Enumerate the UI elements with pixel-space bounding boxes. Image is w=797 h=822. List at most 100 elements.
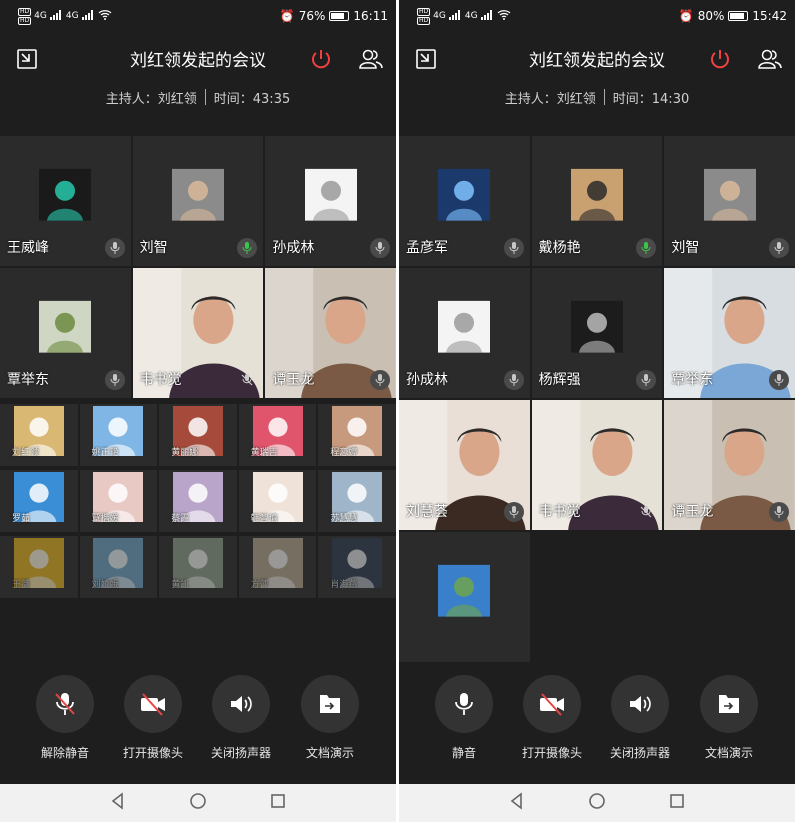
divider: [603, 89, 605, 105]
mic-icon: [104, 370, 125, 390]
meeting-title: 刘红领发起的会议: [529, 50, 665, 71]
recents-icon[interactable]: [269, 792, 287, 814]
participant-tile-small[interactable]: 姚正艳: [79, 404, 158, 466]
participant-tile[interactable]: 覃举东: [664, 268, 795, 398]
network-label-2: 4G: [65, 11, 79, 21]
speaker-toggle-button[interactable]: 关闭扬声器: [201, 675, 281, 761]
participant-tile-small[interactable]: 刘娇娥: [79, 536, 158, 598]
participant-tile[interactable]: 孟彦军: [399, 136, 530, 266]
participant-name: 刘智: [139, 240, 168, 256]
network-label: 4G: [34, 11, 47, 21]
participant-avatar: [39, 300, 92, 353]
participant-tile[interactable]: 杨辉强: [531, 268, 663, 398]
end-meeting-icon[interactable]: [308, 46, 334, 72]
mic-icon: [768, 502, 789, 522]
participant-tile-small[interactable]: 黄瑞吉: [238, 404, 317, 466]
battery-percent: 80%: [697, 9, 725, 23]
participant-grid: 孟彦军 戴杨艳 刘智 孙成林 杨辉强 覃举东 刘慧荟 韦书觉 谭玉龙: [399, 136, 795, 662]
elapsed-time: 时间：14:30: [612, 91, 690, 107]
minimize-icon[interactable]: [413, 46, 439, 72]
participant-tile[interactable]: 孙成林: [399, 268, 530, 398]
participant-name: 孟彦军: [406, 240, 448, 256]
control-label: 打开摄像头: [521, 746, 582, 760]
clock: 16:11: [353, 9, 388, 23]
network-label: 4G: [433, 11, 446, 21]
participant-tile-small[interactable]: 王薇: [0, 536, 78, 598]
back-icon[interactable]: [109, 792, 127, 814]
mic-icon: [237, 238, 258, 258]
hd-top-label: HD: [18, 7, 32, 16]
recents-icon[interactable]: [668, 792, 686, 814]
participant-tile[interactable]: 戴杨艳: [531, 136, 663, 266]
participants-icon[interactable]: [757, 46, 783, 72]
speaker-toggle-button[interactable]: 关闭扬声器: [600, 675, 680, 761]
participant-tile-small[interactable]: 韩智瑜: [238, 470, 317, 532]
share-icon: [301, 675, 359, 733]
mic-icon: [104, 238, 125, 258]
title-bar: 刘红领发起的会议: [0, 32, 396, 84]
control-label: 文档演示: [704, 746, 753, 760]
participant-tile[interactable]: 刘智: [664, 136, 795, 266]
participant-tile[interactable]: 韦书觉: [531, 400, 663, 530]
mute-toggle-button[interactable]: 静音: [424, 675, 504, 761]
participant-tile[interactable]: 孙成林: [265, 136, 396, 266]
participant-tile[interactable]: 谭玉龙: [265, 268, 396, 398]
status-bar: HD HD 4G 4G ⏰ 80% 15:42: [399, 0, 795, 32]
participant-avatar: [39, 168, 92, 221]
participant-tile-small[interactable]: 方萍: [238, 536, 317, 598]
participant-tile-small[interactable]: 罗茹: [0, 470, 78, 532]
participant-name: 苏慧慧: [330, 514, 358, 524]
document-share-button[interactable]: 文档演示: [290, 675, 370, 761]
hd-bottom-label: HD: [18, 16, 32, 25]
participant-name: 黄丽娜: [171, 448, 199, 458]
wifi-icon: [497, 9, 511, 23]
participant-name: 覃举东: [671, 372, 714, 388]
status-left: HD HD 4G 4G: [417, 7, 511, 25]
mute-toggle-button[interactable]: 解除静音: [25, 675, 105, 761]
participant-tile[interactable]: [399, 532, 530, 662]
camera-toggle-button[interactable]: 打开摄像头: [512, 675, 592, 761]
participant-tile-small[interactable]: 肖海燕: [318, 536, 396, 598]
home-icon[interactable]: [189, 792, 207, 814]
participant-tile-small[interactable]: 刘红领: [0, 404, 78, 466]
participant-name: 肖海燕: [330, 580, 358, 590]
signal-icon-2: [480, 9, 494, 23]
meeting-title: 刘红领发起的会议: [130, 50, 266, 71]
participant-name: 黄瑞吉: [250, 448, 278, 458]
signal-icon: [49, 9, 63, 23]
status-left: HD HD 4G 4G: [18, 7, 112, 25]
divider: [204, 89, 206, 105]
participant-tile[interactable]: 刘智: [132, 136, 264, 266]
speaker-icon: [611, 675, 669, 733]
participants-icon[interactable]: [358, 46, 384, 72]
battery-percent: 76%: [298, 9, 326, 23]
participant-tile[interactable]: 谭玉龙: [664, 400, 795, 530]
back-icon[interactable]: [508, 792, 526, 814]
participant-tile-small[interactable]: 黄凯: [159, 536, 237, 598]
participant-tile-small[interactable]: 蔡霞: [159, 470, 237, 532]
participant-name: 王薇: [12, 580, 31, 590]
participant-tile-small[interactable]: 程恋婷: [318, 404, 396, 466]
participant-tile[interactable]: 韦书觉: [132, 268, 264, 398]
camera-toggle-button[interactable]: 打开摄像头: [113, 675, 193, 761]
meeting-info: 主持人：刘红领 时间：43:35: [0, 84, 396, 110]
participant-tile-small[interactable]: 黄丽娜: [159, 404, 237, 466]
participant-tile[interactable]: 刘慧荟: [399, 400, 530, 530]
title-bar: 刘红领发起的会议: [399, 32, 795, 84]
participant-tile-small[interactable]: 覃楷媛: [79, 470, 158, 532]
participant-tile[interactable]: 覃举东: [0, 268, 131, 398]
meeting-screen-right: HD HD 4G 4G ⏰ 80% 15:42 刘红领发起的会议 主持人：刘红领 时间：14:30…: [399, 0, 795, 822]
home-icon[interactable]: [588, 792, 606, 814]
participant-tile[interactable]: 王威峰: [0, 136, 131, 266]
participant-name: 戴杨艳: [538, 240, 581, 256]
participant-name: 程恋婷: [330, 448, 358, 458]
minimize-icon[interactable]: [14, 46, 40, 72]
document-share-button[interactable]: 文档演示: [689, 675, 769, 761]
participant-name: 罗茹: [12, 514, 31, 524]
participant-name: 韦书觉: [139, 372, 182, 388]
participant-name: 刘智: [671, 240, 700, 256]
participant-tile-small[interactable]: 苏慧慧: [318, 470, 396, 532]
battery-fill: [730, 13, 744, 19]
share-icon: [700, 675, 758, 733]
end-meeting-icon[interactable]: [707, 46, 733, 72]
